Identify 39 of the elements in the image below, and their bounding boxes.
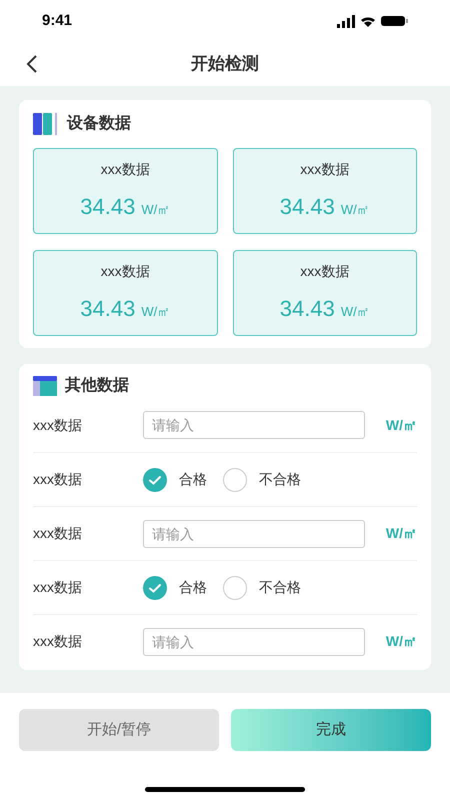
tile-label: xxx数据: [100, 160, 150, 179]
unit-label: W/㎡: [386, 524, 417, 543]
section-title: 其他数据: [65, 376, 129, 396]
tile-value: 34.43: [80, 295, 136, 323]
battery-icon: [381, 16, 408, 26]
binders-icon: [33, 112, 59, 136]
tile-unit: W/㎡: [340, 201, 370, 219]
unit-label: W/㎡: [386, 632, 417, 651]
page-title: 开始检测: [191, 53, 259, 76]
radio-option[interactable]: 不合格: [223, 576, 301, 600]
row-label: xxx数据: [33, 470, 83, 489]
signal-icon: [337, 14, 355, 28]
row-label: xxx数据: [33, 524, 83, 543]
tile-unit: W/㎡: [340, 303, 370, 321]
start-pause-button[interactable]: 开始/暂停: [19, 709, 219, 751]
tile-label: xxx数据: [300, 262, 350, 281]
finish-button[interactable]: 完成: [231, 709, 431, 751]
section-title: 设备数据: [67, 114, 131, 134]
radio-option[interactable]: 合格: [143, 576, 207, 600]
tile-value: 34.43: [80, 193, 136, 221]
tile-label: xxx数据: [100, 262, 150, 281]
wifi-icon: [361, 16, 375, 26]
tile-unit: W/㎡: [141, 303, 170, 321]
back-icon[interactable]: [26, 54, 38, 74]
row-label: xxx数据: [33, 632, 83, 651]
row-label: xxx数据: [33, 578, 83, 597]
input-field[interactable]: 请输入: [143, 628, 365, 656]
input-field[interactable]: 请输入: [143, 520, 365, 548]
tile-value: 34.43: [280, 193, 335, 221]
radio-option[interactable]: 合格: [143, 468, 207, 492]
tile-unit: W/㎡: [141, 201, 170, 219]
unit-label: W/㎡: [386, 416, 417, 434]
tile-value: 34.43: [280, 295, 335, 323]
tile-label: xxx数据: [300, 160, 350, 179]
row-label: xxx数据: [33, 416, 83, 434]
input-field[interactable]: 请输入: [143, 411, 365, 439]
table-icon: [33, 376, 57, 396]
radio-option[interactable]: 不合格: [223, 468, 301, 492]
status-time: 9:41: [42, 10, 72, 31]
